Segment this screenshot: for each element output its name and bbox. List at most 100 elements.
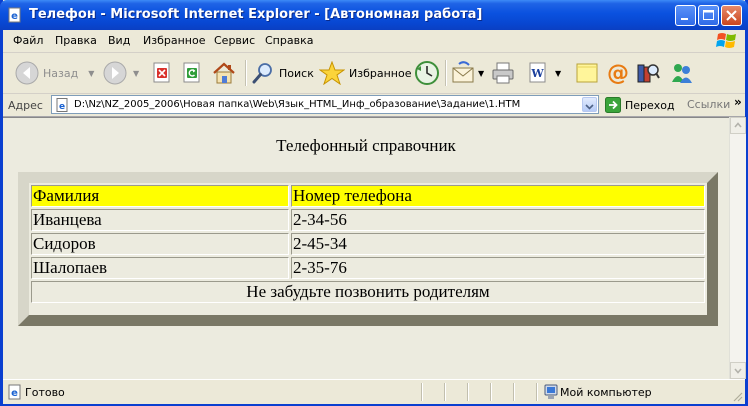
mail-button[interactable]: ▼ <box>451 59 484 87</box>
security-zone-text: Мой компьютер <box>560 386 652 399</box>
menu-help[interactable]: Справка <box>265 34 313 47</box>
svg-text:W: W <box>530 67 544 80</box>
window-title: Телефон - Microsoft Internet Explorer - … <box>29 7 483 22</box>
mail-dropdown-icon[interactable]: ▼ <box>478 69 484 78</box>
address-label: Адрес <box>8 99 43 112</box>
go-label: Переход <box>625 98 675 112</box>
windows-logo-icon <box>716 33 736 48</box>
address-url: D:\Nz\NZ_2005_2006\Новая папка\Web\Язык_… <box>74 99 521 110</box>
history-button[interactable] <box>414 59 440 87</box>
print-button[interactable] <box>490 59 516 87</box>
home-button[interactable] <box>211 59 237 87</box>
toolbar-separator <box>445 60 447 86</box>
edit-dropdown-icon[interactable]: ▼ <box>555 69 561 78</box>
favorites-label: Избранное <box>349 66 412 80</box>
page-content: Телефонный справочник Фамилия Номер теле… <box>3 117 729 380</box>
header-cell-phone: Номер телефона <box>291 185 705 207</box>
close-button[interactable] <box>721 5 742 26</box>
status-divider <box>513 383 515 401</box>
back-arrow-icon <box>15 61 39 85</box>
page-done-icon: e <box>8 384 21 400</box>
table-row: Иванцева 2-34-56 <box>31 209 705 231</box>
forward-arrow-icon <box>103 61 127 85</box>
surname-cell: Шалопаев <box>31 257 289 279</box>
toolbar-separator <box>245 60 247 86</box>
menu-tools[interactable]: Сервис <box>214 34 255 47</box>
back-label: Назад <box>43 66 79 80</box>
stop-icon <box>153 62 170 83</box>
svg-text:@: @ <box>607 61 629 85</box>
status-divider <box>467 383 469 401</box>
scroll-up-arrow-icon <box>734 122 742 128</box>
svg-text:e: e <box>59 102 65 112</box>
mail-icon <box>452 61 474 83</box>
status-divider <box>536 383 538 401</box>
phone-cell: 2-34-56 <box>291 209 705 231</box>
title-bar[interactable]: e Телефон - Microsoft Internet Explorer … <box>0 0 748 30</box>
scroll-down-button[interactable] <box>730 362 746 379</box>
links-label[interactable]: Ссылки <box>687 98 730 111</box>
table-row: Сидоров 2-45-34 <box>31 233 705 255</box>
maximize-icon <box>703 10 714 20</box>
search-button[interactable]: Поиск <box>251 59 314 87</box>
scroll-up-button[interactable] <box>730 117 746 134</box>
print-icon <box>492 62 514 84</box>
chevron-right-icon[interactable]: » <box>734 95 742 109</box>
maximize-button[interactable] <box>698 5 719 26</box>
refresh-icon <box>183 62 200 83</box>
my-computer-icon <box>544 384 558 399</box>
menu-bar: Файл Правка Вид Избранное Сервис Справка <box>3 30 745 53</box>
page-heading: Телефонный справочник <box>276 136 456 155</box>
go-button[interactable]: Переход <box>605 97 675 113</box>
discuss-note-icon <box>576 63 598 83</box>
forward-dropdown-icon[interactable]: ▼ <box>133 69 139 78</box>
address-input[interactable]: e D:\Nz\NZ_2005_2006\Новая папка\Web\Язы… <box>51 95 599 114</box>
back-button[interactable]: Назад ▼ <box>15 59 94 87</box>
surname-cell: Сидоров <box>31 233 289 255</box>
address-dropdown-button[interactable] <box>582 97 597 112</box>
scroll-down-arrow-icon <box>734 368 742 374</box>
menu-edit[interactable]: Правка <box>55 34 97 47</box>
close-icon <box>726 10 737 21</box>
messenger-people-icon <box>672 64 692 83</box>
minimize-icon <box>681 18 688 20</box>
research-books-icon <box>637 64 660 83</box>
phone-directory-table: Фамилия Номер телефона Иванцева 2-34-56 … <box>29 183 707 305</box>
go-arrow-icon <box>605 97 621 113</box>
msn-messenger-button[interactable] <box>669 59 695 87</box>
search-label: Поиск <box>279 66 314 80</box>
status-divider <box>421 383 423 401</box>
menu-file[interactable]: Файл <box>13 34 43 47</box>
search-icon <box>252 63 272 84</box>
vertical-scrollbar[interactable] <box>729 117 746 379</box>
home-icon <box>213 62 235 84</box>
surname-cell: Иванцева <box>31 209 289 231</box>
favorites-button[interactable]: Избранное <box>319 59 411 87</box>
stop-button[interactable] <box>151 59 173 87</box>
menu-view[interactable]: Вид <box>108 34 130 47</box>
status-divider <box>490 383 492 401</box>
svg-text:e: e <box>11 11 18 22</box>
messenger-button[interactable]: @ <box>605 59 631 87</box>
header-cell-surname: Фамилия <box>31 185 289 207</box>
research-button[interactable] <box>635 59 661 87</box>
at-sign-icon: @ <box>607 61 629 85</box>
address-bar: Адрес e D:\Nz\NZ_2005_2006\Новая папка\W… <box>3 94 745 117</box>
resize-grip-icon[interactable] <box>731 390 743 402</box>
table-footer-row: Не забудьте позвонить родителям <box>31 281 705 303</box>
discuss-button[interactable] <box>575 59 599 87</box>
ie-page-icon: e <box>56 98 68 112</box>
status-divider <box>444 383 446 401</box>
forward-button[interactable]: ▼ <box>103 59 139 87</box>
browser-window: e Телефон - Microsoft Internet Explorer … <box>0 0 748 406</box>
menu-favorites[interactable]: Избранное <box>143 34 205 47</box>
favorites-star-icon <box>319 61 345 85</box>
history-icon <box>415 61 439 85</box>
minimize-button[interactable] <box>675 5 696 26</box>
back-dropdown-icon[interactable]: ▼ <box>88 69 94 78</box>
table-header-row: Фамилия Номер телефона <box>31 185 705 207</box>
edit-button[interactable]: W ▼ <box>525 59 561 87</box>
phone-table-border: Фамилия Номер телефона Иванцева 2-34-56 … <box>18 172 718 326</box>
refresh-button[interactable] <box>181 59 203 87</box>
svg-text:e: e <box>11 388 18 399</box>
